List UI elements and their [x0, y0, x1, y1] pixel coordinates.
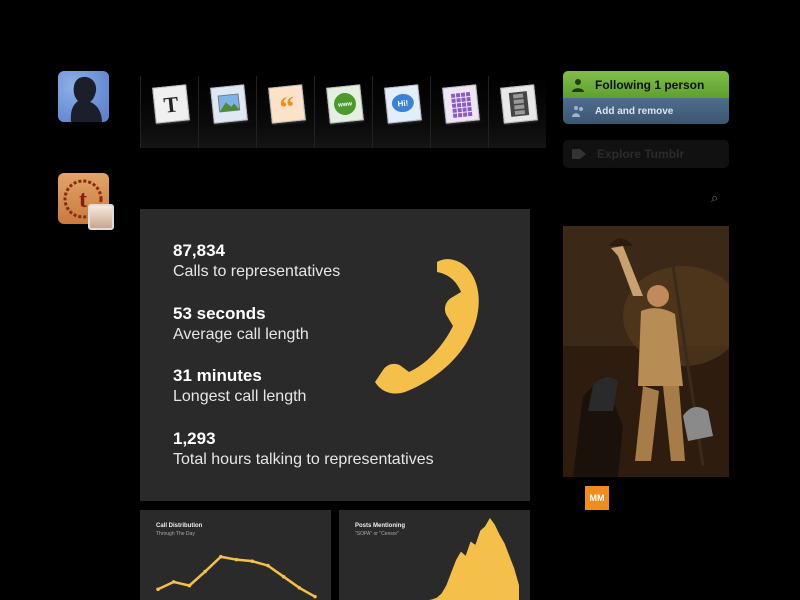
featured-painting-image[interactable]	[563, 226, 729, 477]
call-distribution-plot	[156, 554, 317, 599]
stat-value: 31 minutes	[173, 366, 262, 385]
video-post-icon-glyph	[508, 91, 530, 117]
stat-value: 87,834	[173, 241, 225, 260]
data-point	[266, 563, 270, 568]
data-point	[281, 574, 286, 579]
following-button[interactable]: Following 1 person	[563, 71, 729, 98]
audio-post-icon	[442, 84, 480, 124]
audio-cell	[467, 106, 472, 112]
audio-cell	[452, 113, 458, 118]
quote-glyph: “	[278, 90, 296, 122]
audio-cell	[452, 108, 457, 113]
audio-cell	[460, 92, 466, 97]
add-remove-label: Add and remove	[595, 105, 674, 117]
audio-cell	[456, 103, 462, 108]
data-point	[171, 580, 176, 584]
audio-cell	[461, 97, 466, 102]
explore-tumblr-button[interactable]: Explore Tumblr	[563, 140, 729, 168]
data-point	[219, 554, 223, 559]
text-post-button[interactable]: T	[140, 76, 198, 148]
audio-cell	[461, 102, 467, 107]
stat-value: 53 seconds	[173, 304, 266, 323]
stat-label: Total hours talking to representatives	[173, 451, 434, 468]
video-post-icon	[500, 84, 538, 124]
call-stats-card: 87,834 Calls to representatives 53 secon…	[140, 209, 530, 501]
add-remove-button[interactable]: Add and remove	[563, 98, 729, 124]
data-point	[187, 583, 192, 588]
audio-cell	[455, 93, 461, 98]
audio-cell	[450, 93, 456, 98]
following-panel[interactable]: Following 1 person Add and remove	[563, 71, 729, 124]
audio-cell	[456, 98, 461, 103]
chat-post-button[interactable]: Hi!	[372, 76, 430, 148]
audio-cell	[457, 107, 462, 113]
link-post-icon-glyph: www	[334, 93, 356, 116]
chat-post-icon-glyph: Hi!	[391, 93, 414, 113]
photo-post-icon	[210, 84, 248, 124]
posts-mentioning-area	[428, 518, 519, 600]
audio-cell	[457, 112, 463, 118]
stat-label: Longest call length	[173, 388, 307, 405]
data-point	[297, 586, 302, 590]
audio-cell	[465, 92, 471, 97]
audio-cell	[466, 101, 472, 107]
link-post-button[interactable]: www	[314, 76, 372, 148]
quote-post-button[interactable]: “	[256, 76, 314, 148]
stat-label: Average call length	[173, 326, 309, 343]
painting-artwork	[563, 226, 729, 477]
text-post-icon: T	[152, 84, 190, 124]
user-avatar[interactable]	[58, 71, 109, 122]
chat-glyph: Hi!	[397, 98, 409, 108]
mm-badge[interactable]: MM	[585, 486, 609, 510]
phone-icon	[375, 259, 479, 394]
audio-cell	[466, 96, 471, 102]
photo-post-icon-glyph	[217, 93, 241, 113]
data-point	[313, 594, 317, 599]
call-distribution-chart[interactable]: Call Distribution Through The Day	[140, 510, 331, 600]
audio-post-button[interactable]	[430, 76, 488, 148]
people-icon	[572, 106, 583, 117]
text-post-icon-glyph: T	[162, 91, 180, 117]
stat-value: 1,293	[173, 429, 216, 448]
photo-post-button[interactable]	[198, 76, 256, 148]
call-distribution-line	[157, 555, 316, 598]
data-point	[203, 569, 207, 574]
tag-icon	[572, 149, 586, 159]
audio-cell	[451, 103, 457, 108]
following-label: Following 1 person	[595, 77, 705, 92]
secondary-avatar[interactable]	[88, 204, 114, 230]
data-point	[234, 557, 239, 562]
data-point	[250, 559, 254, 563]
user-silhouette-icon	[70, 76, 102, 122]
link-post-icon: www	[326, 84, 364, 124]
stat-label: Calls to representatives	[173, 263, 341, 280]
chat-post-icon: Hi!	[384, 84, 422, 124]
svg-text:t: t	[79, 187, 87, 213]
data-point	[156, 587, 160, 592]
posts-mentioning-chart[interactable]: Posts Mentioning "SOPA" or "Censor"	[339, 510, 530, 600]
audio-cell	[467, 111, 473, 117]
text-glyph: T	[162, 91, 180, 117]
audio-cell	[451, 98, 456, 103]
audio-post-icon-glyph	[450, 92, 473, 118]
posts-mentioning-plot	[428, 518, 519, 600]
audio-cell	[462, 107, 467, 112]
video-post-button[interactable]	[488, 76, 546, 148]
audio-cell	[462, 112, 468, 117]
person-icon	[572, 78, 584, 92]
quote-post-icon-glyph: “	[278, 90, 296, 124]
search-icon[interactable]: ⌕	[711, 190, 718, 206]
explore-label: Explore Tumblr	[597, 147, 685, 161]
quote-post-icon: “	[268, 84, 306, 125]
